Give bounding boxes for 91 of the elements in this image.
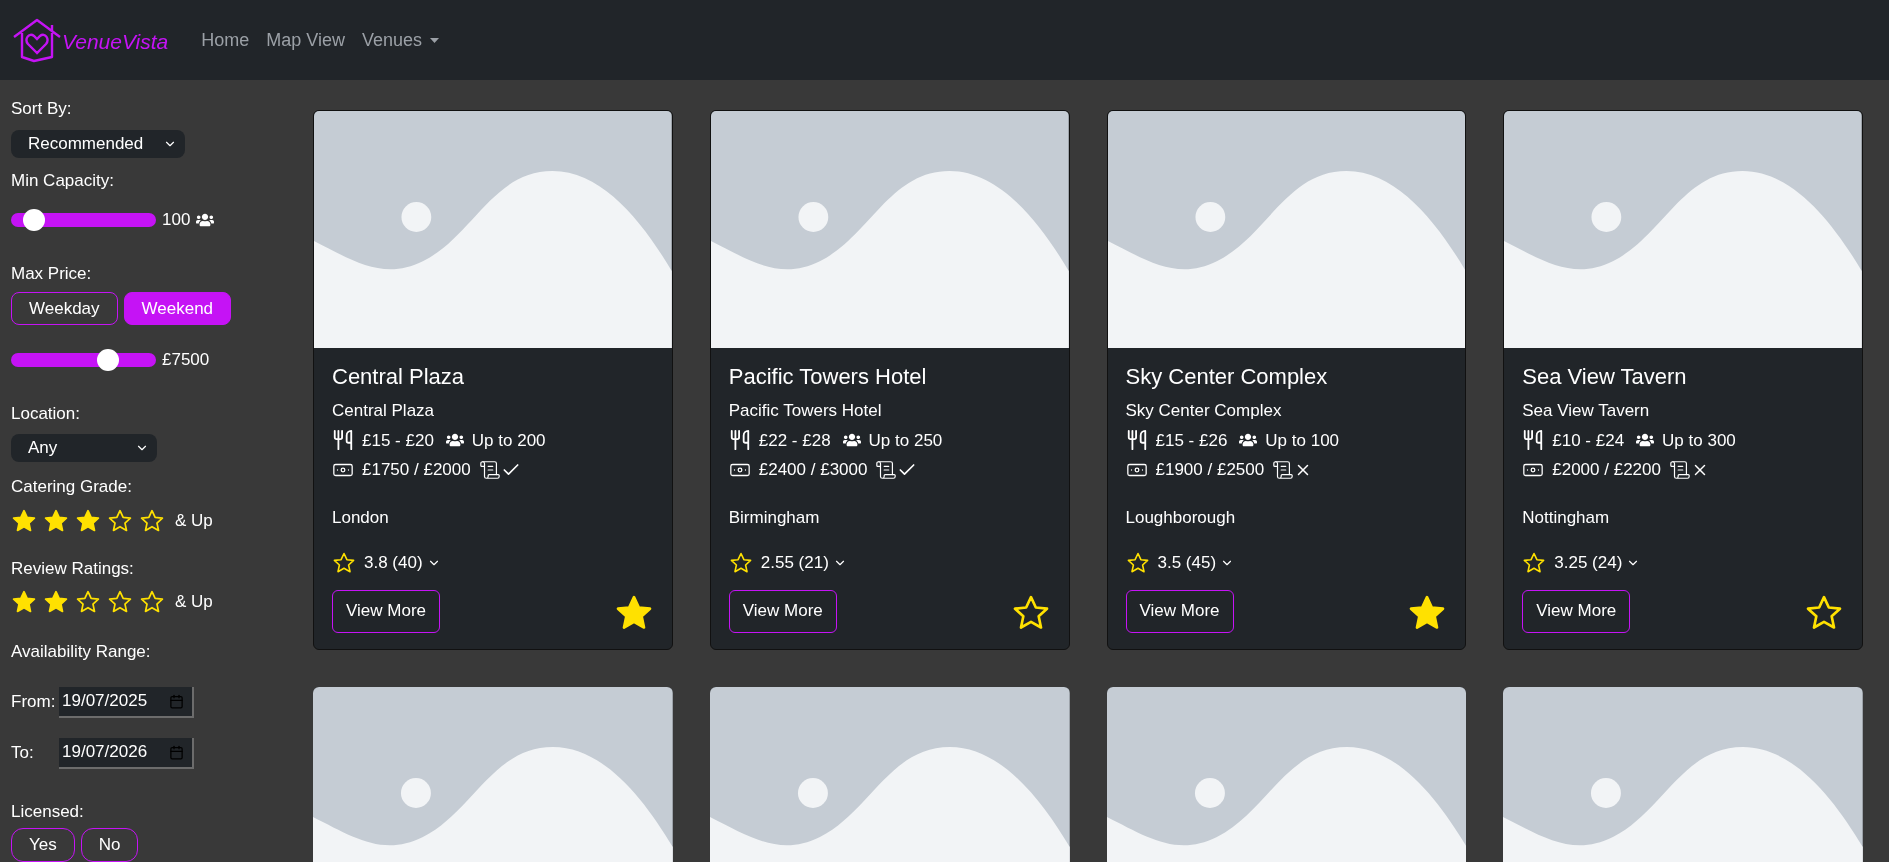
view-more-button[interactable]: View More [1522,589,1631,633]
rating-suffix: & Up [175,591,213,614]
venue-city: Nottingham [1522,506,1611,529]
hire-price: £2400 / £3000 [758,459,868,481]
filter-label: Max Price: [11,262,93,285]
slider-thumb[interactable] [97,348,120,371]
catering-price: £22 - £28 [758,429,831,452]
empty-star-icon[interactable] [139,589,165,615]
from-date-field[interactable]: 19/07/2025 [59,686,194,718]
price-mode-toggle[interactable]: Weekend [123,292,232,325]
licensed-toggle[interactable]: Yes [11,828,75,862]
filter-label: Catering Grade: [11,476,133,498]
filter-label: Sort By: [11,98,73,120]
filter-label: Review Ratings: [11,557,135,580]
utensils-icon [1522,429,1545,452]
filter-label: Location: [11,402,81,425]
rating-text: 2.55 (21) [760,552,829,574]
license-icon [478,458,501,481]
to-date-field[interactable]: 19/07/2026 [59,737,194,769]
date-value: 19/07/2026 [62,741,149,764]
filled-star-icon[interactable] [43,589,69,615]
venue-title: Central Plaza [332,363,466,391]
hire-price: £1750 / £2000 [362,459,471,481]
venue-subtitle: Pacific Towers Hotel [728,400,883,422]
star-rating[interactable]: & Up [11,589,290,615]
capacity-text: Up to 200 [471,429,546,452]
rating-suffix: & Up [175,509,213,532]
price-mode-toggle[interactable]: Weekday [11,292,118,325]
venue-title: Pacific Towers Hotel [728,363,928,391]
capacity-reading: 100 [162,209,191,231]
empty-star-icon[interactable] [107,507,133,534]
nav-link[interactable]: Home [201,26,250,54]
capacity-text: Up to 100 [1265,429,1340,452]
license-icon [1272,458,1295,481]
utensils-icon [1125,429,1148,452]
slider-thumb[interactable] [23,208,46,231]
hire-price: £2000 / £2200 [1552,459,1661,481]
utensils-icon [332,429,354,452]
license-icon [875,458,898,481]
star-icon[interactable] [1125,550,1150,575]
venue-subtitle: Sea View Tavern [1522,400,1651,422]
view-more-button[interactable]: View More [728,589,837,633]
rating-text: 3.8 (40) [364,552,423,574]
select-field[interactable]: Recommended [11,129,185,158]
catering-price: £10 - £24 [1552,429,1625,452]
calendar-icon [169,744,184,760]
select-field[interactable]: Any [11,434,157,462]
filter-label: Min Capacity: [11,169,115,192]
rating-text: 3.25 (24) [1554,552,1623,574]
filled-star-icon[interactable] [75,507,101,534]
house-heart-icon [12,17,62,63]
venue-title: Sky Center Complex [1125,363,1329,391]
catering-price: £15 - £26 [1155,429,1228,452]
rating-text: 3.5 (45) [1157,552,1217,574]
venue-title: Sea View Tavern [1522,363,1688,391]
empty-star-icon[interactable] [75,589,101,615]
filled-star-icon[interactable] [43,507,69,534]
catering-price: £15 - £20 [362,429,434,452]
venue-subtitle: Central Plaza [332,400,436,422]
view-more-button[interactable]: View More [1125,589,1234,633]
empty-star-icon[interactable] [139,507,165,534]
venue-city: Birmingham [728,506,821,529]
nav-link[interactable]: Map View [266,26,345,54]
empty-star-icon[interactable] [107,589,133,615]
caret-icon [430,37,440,43]
star-rating[interactable]: & Up [11,507,290,534]
filled-star-icon[interactable] [11,507,37,534]
filled-star-icon[interactable] [11,589,37,615]
filter-label: Licensed: [11,800,85,823]
date-value: 19/07/2025 [62,690,149,713]
capacity-text: Up to 300 [1662,429,1736,452]
star-icon[interactable] [332,550,356,575]
licensed-toggle[interactable]: No [80,828,139,862]
hire-price: £1900 / £2500 [1155,459,1265,481]
filter-label: Availability Range: [11,641,152,663]
brand-name: VenueVista [62,28,169,55]
capacity-text: Up to 250 [868,429,943,452]
utensils-icon [728,429,751,452]
brand-logo[interactable]: VenueVista [12,17,169,63]
venue-city: London [332,506,390,529]
venue-subtitle: Sky Center Complex [1125,400,1283,422]
calendar-icon [169,693,184,709]
date-label: From: [11,691,57,714]
star-icon[interactable] [728,550,753,575]
star-icon[interactable] [1522,550,1547,575]
view-more-button[interactable]: View More [332,589,440,633]
venue-city: Loughborough [1125,506,1237,529]
nav-dropdown[interactable]: Venues [362,26,440,54]
license-icon [1668,458,1691,481]
price-reading: £7500 [162,349,210,371]
date-label: To: [11,742,35,765]
